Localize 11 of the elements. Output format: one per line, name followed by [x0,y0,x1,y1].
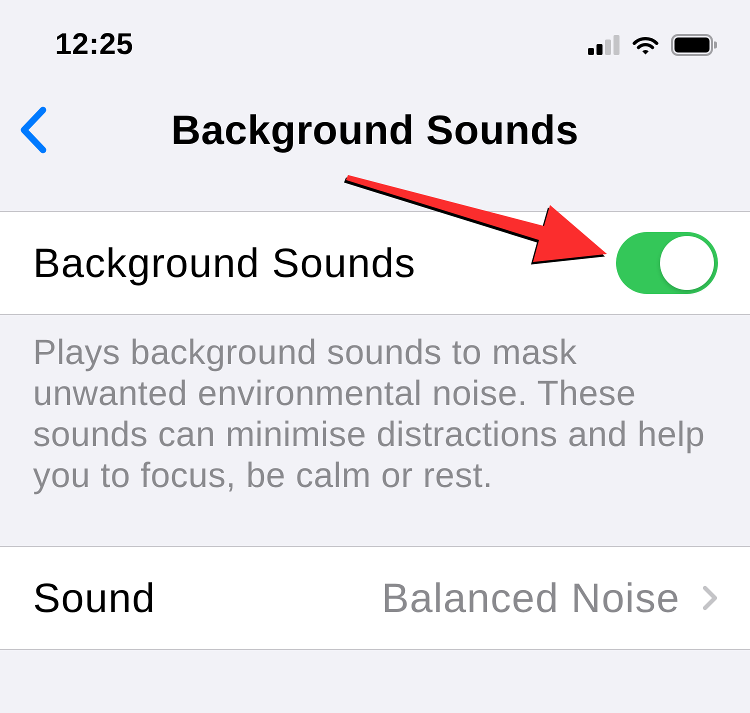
footer-description: Plays background sounds to mask unwanted environmental noise. These sounds can minimise distractions and help you to focus, be calm or rest. [32,332,706,497]
nav-title: Background Sounds [171,106,579,154]
setting-value[interactable]: Balanced Noise [382,574,680,622]
battery-icon [671,34,717,56]
signal-icon [588,35,620,55]
chevron-right-icon [702,585,718,611]
chevron-left-icon [18,106,48,154]
wifi-icon [632,35,659,55]
status-time: 12:25 [55,30,134,60]
setting-label: Sound [33,574,156,622]
setting-label: Background Sounds [33,240,416,286]
